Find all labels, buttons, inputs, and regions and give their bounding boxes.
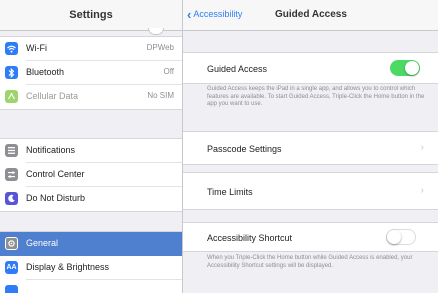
ipad-settings-screen: Settings Wi-Fi DPWeb Bluetooth Off Cellu… [0,0,438,293]
toggle-knob [387,230,401,244]
sidebar-item-label: Wi-Fi [26,43,47,53]
accessibility-shortcut-row: Accessibility Shortcut [183,222,438,252]
chevron-right-icon: › [420,185,424,196]
cellular-icon [5,90,18,103]
sidebar-item-do-not-disturb[interactable]: Do Not Disturb [0,187,182,211]
cellular-value: No SIM [147,91,174,100]
toggle-knob [405,61,419,75]
guided-access-toggle[interactable] [390,60,420,76]
connectivity-group: Wi-Fi DPWeb Bluetooth Off Cellular Data … [0,36,182,110]
sidebar-item-notifications[interactable]: Notifications [0,139,182,163]
time-limits-label: Time Limits [207,187,253,197]
sidebar-item-label: Control Center [26,169,85,179]
system-group: Notifications Control Center Do Not Dist… [0,138,182,212]
settings-sidebar: Settings Wi-Fi DPWeb Bluetooth Off Cellu… [0,0,183,293]
sidebar-item-display-brightness[interactable]: AA Display & Brightness [0,256,182,280]
sidebar-item-cellular[interactable]: Cellular Data No SIM [0,85,182,109]
sidebar-item-general[interactable]: General [0,232,182,256]
accessibility-shortcut-toggle[interactable] [386,229,416,245]
wifi-value: DPWeb [146,43,174,52]
wifi-icon [5,42,18,55]
sidebar-title: Settings [69,9,113,21]
time-limits-row[interactable]: Time Limits › [183,172,438,210]
back-button[interactable]: ‹ Accessibility [187,6,243,22]
general-group: General AA Display & Brightness [0,231,182,293]
sidebar-item-label: Do Not Disturb [26,193,86,203]
shortcut-label: Accessibility Shortcut [207,233,293,243]
passcode-label: Passcode Settings [207,144,282,154]
bluetooth-value: Off [163,67,174,76]
scroll-indicator [148,28,164,35]
sidebar-item-wifi[interactable]: Wi-Fi DPWeb [0,37,182,61]
guided-access-pane: ‹ Accessibility Guided Access Guided Acc… [183,0,438,293]
passcode-settings-row[interactable]: Passcode Settings › [183,131,438,165]
bluetooth-icon [5,66,18,79]
sidebar-item-label: Display & Brightness [26,262,110,272]
page-title: Guided Access [275,9,347,20]
sidebar-item-label: Bluetooth [26,67,65,77]
guided-access-description: Guided Access keeps the iPad in a single… [207,86,425,107]
guided-access-label: Guided Access [207,64,268,74]
sidebar-item-label: Notifications [26,145,76,155]
guided-access-row: Guided Access [183,52,438,84]
back-label: Accessibility [193,9,243,19]
notifications-icon [5,144,18,157]
gear-icon [5,237,18,250]
chevron-left-icon: ‹ [187,6,192,22]
shortcut-description: When you Triple-Click the Home button wh… [207,255,413,269]
control-center-icon [5,168,18,181]
sidebar-item-partial [0,280,182,293]
sidebar-item-control-center[interactable]: Control Center [0,163,182,187]
sidebar-item-bluetooth[interactable]: Bluetooth Off [0,61,182,85]
app-icon [5,285,18,293]
detail-header: ‹ Accessibility Guided Access [183,0,438,31]
display-icon: AA [5,261,18,274]
moon-icon [5,192,18,205]
sidebar-header: Settings [0,0,182,35]
chevron-right-icon: › [420,142,424,153]
sidebar-item-label: Cellular Data [26,91,79,101]
sidebar-item-label: General [26,238,59,248]
